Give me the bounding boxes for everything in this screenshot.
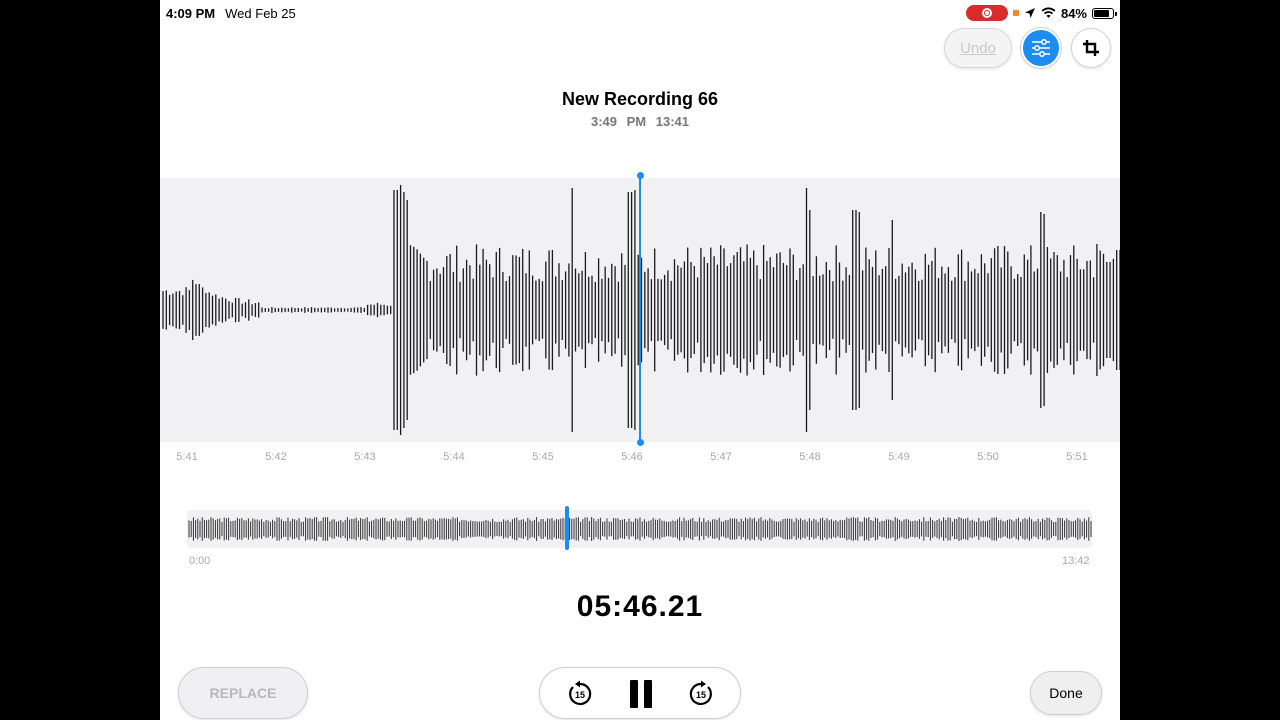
timeline-tick-label: 5:50 <box>977 451 999 463</box>
recording-created-time: 3:49 PM <box>590 114 647 129</box>
overview-end-time: 13:42 <box>1062 555 1090 567</box>
wifi-icon <box>1041 7 1056 18</box>
skip-forward-value: 15 <box>696 690 706 700</box>
playhead[interactable] <box>636 172 644 446</box>
overview-scrubber[interactable] <box>187 510 1092 548</box>
skip-back-button[interactable]: 15 <box>562 676 598 712</box>
status-bar-left: 4:09 PM Wed Feb 25 <box>166 6 296 21</box>
trim-button[interactable] <box>1071 28 1111 68</box>
status-time: 4:09 PM <box>166 6 216 21</box>
timeline-tick-label: 5:45 <box>532 451 554 463</box>
timeline-tick-label: 5:43 <box>354 451 376 463</box>
battery-icon <box>1092 7 1117 19</box>
undo-button[interactable]: Undo <box>944 28 1012 68</box>
status-bar-right: 84% <box>965 5 1117 21</box>
pause-button[interactable] <box>623 676 659 712</box>
sliders-icon <box>1032 39 1050 57</box>
battery-fill <box>1094 9 1110 17</box>
current-time-display: 05:46.21 <box>576 590 704 623</box>
pause-icon <box>630 680 652 708</box>
skip-forward-button[interactable]: 15 <box>683 676 719 712</box>
timeline-tick-label: 5:44 <box>443 451 465 463</box>
timeline-tick-label: 5:42 <box>265 451 287 463</box>
timeline-ruler: 5:41 5:42 5:43 5:44 5:45 5:46 5:47 5:48 5:49 5:50… <box>160 451 1120 467</box>
skip-back-15-icon: 15 <box>569 680 592 706</box>
timeline-tick-label: 5:49 <box>888 451 910 463</box>
recording-duration: 13:41 <box>655 114 689 129</box>
voice-memos-screen: 4:09 PM Wed Feb 25 84% Undo New Recordin… <box>160 0 1120 720</box>
screen-recording-icon[interactable] <box>965 5 1008 21</box>
recording-title[interactable]: New Recording 66 <box>160 89 1120 110</box>
transport-controls: 15 15 <box>539 667 741 719</box>
timeline-tick-label: 5:48 <box>799 451 821 463</box>
timeline-tick-label: 5:47 <box>710 451 732 463</box>
timeline-tick-label: 5:46 <box>621 451 643 463</box>
timeline-tick-label: 5:51 <box>1066 451 1088 463</box>
battery-percent: 84% <box>1060 5 1087 21</box>
timeline-tick-label: 5:41 <box>176 451 198 463</box>
options-button[interactable] <box>1021 28 1061 68</box>
mic-indicator-icon <box>1012 10 1019 16</box>
skip-back-value: 15 <box>575 690 585 700</box>
recording-meta: 3:49 PM 13:41 <box>160 114 1120 129</box>
done-button[interactable]: Done <box>1030 671 1102 715</box>
replace-button[interactable]: REPLACE <box>178 667 308 719</box>
overview-waveform <box>188 517 1092 541</box>
overview-playhead[interactable] <box>565 506 570 550</box>
skip-forward-15-icon: 15 <box>689 680 712 706</box>
crop-icon <box>1083 40 1099 56</box>
status-date: Wed Feb 25 <box>225 6 296 21</box>
location-icon <box>1024 8 1035 18</box>
overview-start-time: 0:00 <box>189 555 211 567</box>
